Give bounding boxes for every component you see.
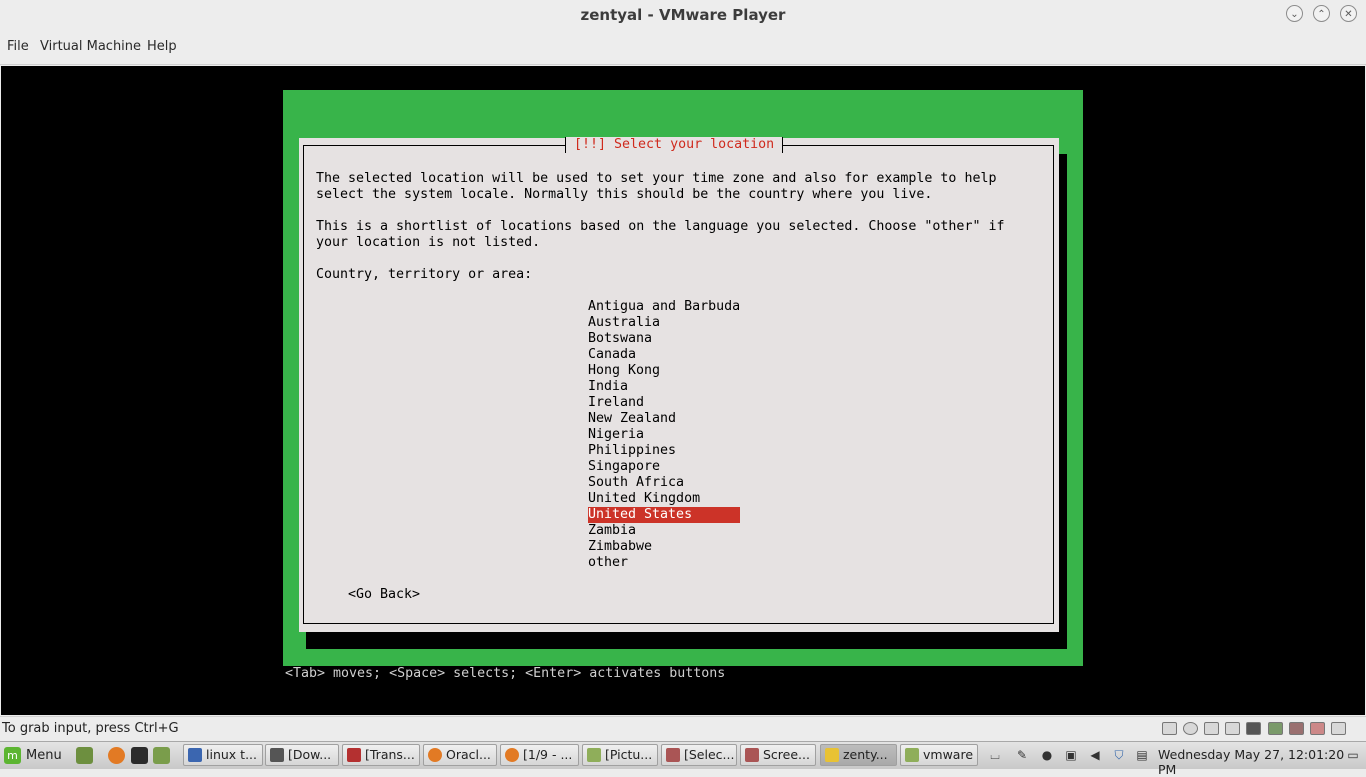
task-select[interactable]: [Selec... <box>661 744 737 766</box>
task-screenshot[interactable]: Scree... <box>740 744 816 766</box>
printer-icon[interactable] <box>1310 722 1325 735</box>
task-firefox-page[interactable]: [1/9 - ... <box>500 744 579 766</box>
update-manager-icon[interactable]: ▣ <box>1064 748 1078 762</box>
notifications-icon[interactable]: ▭ <box>1346 748 1360 762</box>
document-icon <box>188 748 202 762</box>
country-option[interactable]: South Africa <box>588 475 740 491</box>
vmware-icon <box>825 748 839 762</box>
hard-disk-icon[interactable] <box>1162 722 1177 735</box>
shield-icon[interactable]: ⛉ <box>1112 748 1126 762</box>
task-pictures[interactable]: [Pictu... <box>582 744 658 766</box>
country-option[interactable]: Australia <box>588 315 740 331</box>
firefox-icon <box>428 748 442 762</box>
show-desktop-icon[interactable] <box>76 747 93 764</box>
transmission-icon <box>347 748 361 762</box>
network-icon[interactable]: ▤ <box>1135 748 1149 762</box>
country-option[interactable]: United Kingdom <box>588 491 740 507</box>
keyboard-layout-icon[interactable]: ⌴ <box>988 748 1002 762</box>
task-oracle[interactable]: Oracl... <box>423 744 497 766</box>
dialog-title: [!!] Select your location <box>565 137 784 153</box>
task-downloads[interactable]: [Dow... <box>265 744 339 766</box>
user-icon[interactable]: ● <box>1040 748 1054 762</box>
country-prompt: Country, territory or area: <box>316 267 533 282</box>
start-menu-button[interactable]: m Menu <box>4 745 62 766</box>
start-menu-label: Menu <box>26 748 62 763</box>
maximize-button[interactable]: ⌃ <box>1313 5 1330 22</box>
menubar: File Virtual Machine Help <box>0 30 1366 65</box>
usb-device-icon[interactable] <box>1268 722 1283 735</box>
clock[interactable]: Wednesday May 27, 12:01:20 PM <box>1158 747 1366 777</box>
country-option[interactable]: India <box>588 379 740 395</box>
screenshot-icon <box>745 748 759 762</box>
country-option[interactable]: Singapore <box>588 459 740 475</box>
country-option[interactable]: Canada <box>588 347 740 363</box>
task-zentyal[interactable]: zenty... <box>820 744 897 766</box>
country-option[interactable]: Nigeria <box>588 427 740 443</box>
taskbar: m Menu linux t... [Dow... [Trans... Oracl… <box>0 741 1366 777</box>
cd-rom-icon[interactable] <box>1183 722 1198 735</box>
window-titlebar: zentyal - VMware Player ⌄ ⌃ ✕ <box>0 0 1366 30</box>
location-dialog: [!!] Select your location The selected l… <box>299 137 1059 632</box>
pen-icon[interactable]: ✎ <box>1015 748 1029 762</box>
firefox-icon <box>505 748 519 762</box>
message-log-icon[interactable] <box>1331 722 1346 735</box>
minimize-button[interactable]: ⌄ <box>1286 5 1303 22</box>
task-vmware-folder[interactable]: vmware <box>900 744 978 766</box>
terminal-launcher-icon[interactable] <box>131 747 148 764</box>
folder-icon <box>905 748 919 762</box>
country-option[interactable]: Philippines <box>588 443 740 459</box>
country-option[interactable]: Ireland <box>588 395 740 411</box>
country-option[interactable]: New Zealand <box>588 411 740 427</box>
country-option[interactable]: Zimbabwe <box>588 539 740 555</box>
folder-icon <box>587 748 601 762</box>
country-list[interactable]: Antigua and Barbuda Australia Botswana C… <box>588 299 740 571</box>
country-option[interactable]: Botswana <box>588 331 740 347</box>
country-option[interactable]: Antigua and Barbuda <box>588 299 740 315</box>
volume-icon[interactable]: ◀ <box>1088 748 1102 762</box>
grab-input-hint: To grab input, press Ctrl+G <box>2 721 179 736</box>
files-launcher-icon[interactable] <box>153 747 170 764</box>
task-linux[interactable]: linux t... <box>183 744 263 766</box>
country-option[interactable]: other <box>588 555 740 571</box>
description-text: The selected location will be used to se… <box>316 171 997 202</box>
go-back-button[interactable]: <Go Back> <box>348 587 420 603</box>
country-option-selected[interactable]: United States <box>588 507 740 523</box>
country-option[interactable]: Zambia <box>588 523 740 539</box>
usb-device-2-icon[interactable] <box>1289 722 1304 735</box>
network-adapter-icon[interactable] <box>1246 722 1261 735</box>
shortlist-note: This is a shortlist of locations based o… <box>316 219 1005 250</box>
floppy-2-icon[interactable] <box>1225 722 1240 735</box>
vm-screen[interactable]: [!!] Select your location The selected l… <box>1 66 1365 715</box>
floppy-icon[interactable] <box>1204 722 1219 735</box>
screenshot-icon <box>666 748 680 762</box>
menu-file[interactable]: File <box>7 39 29 54</box>
menu-virtual-machine[interactable]: Virtual Machine <box>40 39 141 54</box>
firefox-launcher-icon[interactable] <box>108 747 125 764</box>
vmware-statusbar: To grab input, press Ctrl+G <box>0 716 1366 741</box>
close-button[interactable]: ✕ <box>1340 5 1357 22</box>
keyboard-hint: <Tab> moves; <Space> selects; <Enter> ac… <box>283 666 1078 682</box>
window-title: zentyal - VMware Player <box>580 6 786 24</box>
task-transmission[interactable]: [Trans... <box>342 744 420 766</box>
mint-logo-icon: m <box>4 747 21 764</box>
terminal-icon <box>270 748 284 762</box>
menu-help[interactable]: Help <box>147 39 177 54</box>
country-option[interactable]: Hong Kong <box>588 363 740 379</box>
